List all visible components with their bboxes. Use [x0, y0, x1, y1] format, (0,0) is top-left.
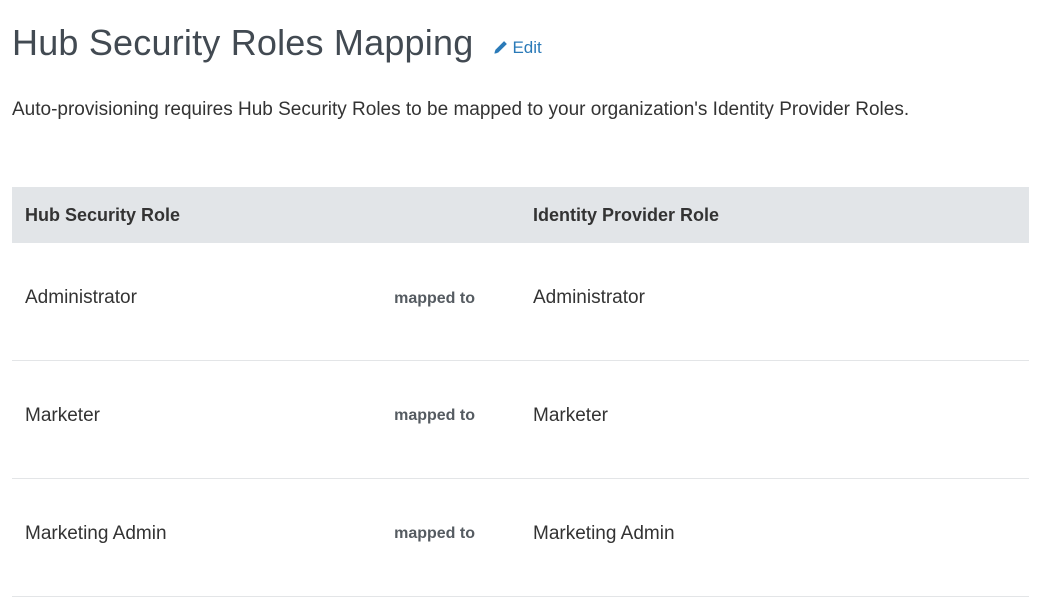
idp-role-cell: Administrator [533, 287, 645, 308]
table-header-row: Hub Security Role Identity Provider Role [12, 187, 1029, 243]
description-text: Auto-provisioning requires Hub Security … [12, 99, 910, 120]
edit-link[interactable]: Edit [493, 37, 542, 58]
column-header-mapping [337, 187, 520, 243]
hub-role-cell: Marketer [25, 405, 100, 426]
table-row: Marketing Admin mapped to Marketing Admi… [12, 478, 1029, 596]
page-title: Hub Security Roles Mapping [12, 22, 474, 63]
edit-label: Edit [512, 37, 542, 57]
table-row: Administrator mapped to Administrator [12, 243, 1029, 360]
table-row: Marketer mapped to Marketer [12, 360, 1029, 478]
column-header-idp-role: Identity Provider Role [533, 204, 720, 225]
column-header-hub-role: Hub Security Role [25, 204, 181, 225]
title-row: Hub Security Roles Mapping Edit [12, 22, 542, 64]
hub-role-cell: Marketing Admin [25, 523, 167, 544]
hub-role-cell: Administrator [25, 287, 137, 308]
roles-mapping-table: Hub Security Role Identity Provider Role… [12, 187, 1029, 597]
pencil-icon [494, 41, 508, 54]
mapped-to-label: mapped to [394, 525, 475, 542]
idp-role-cell: Marketer [533, 405, 608, 426]
idp-role-cell: Marketing Admin [533, 523, 675, 544]
mapped-to-label: mapped to [394, 407, 475, 424]
mapped-to-label: mapped to [394, 290, 475, 307]
